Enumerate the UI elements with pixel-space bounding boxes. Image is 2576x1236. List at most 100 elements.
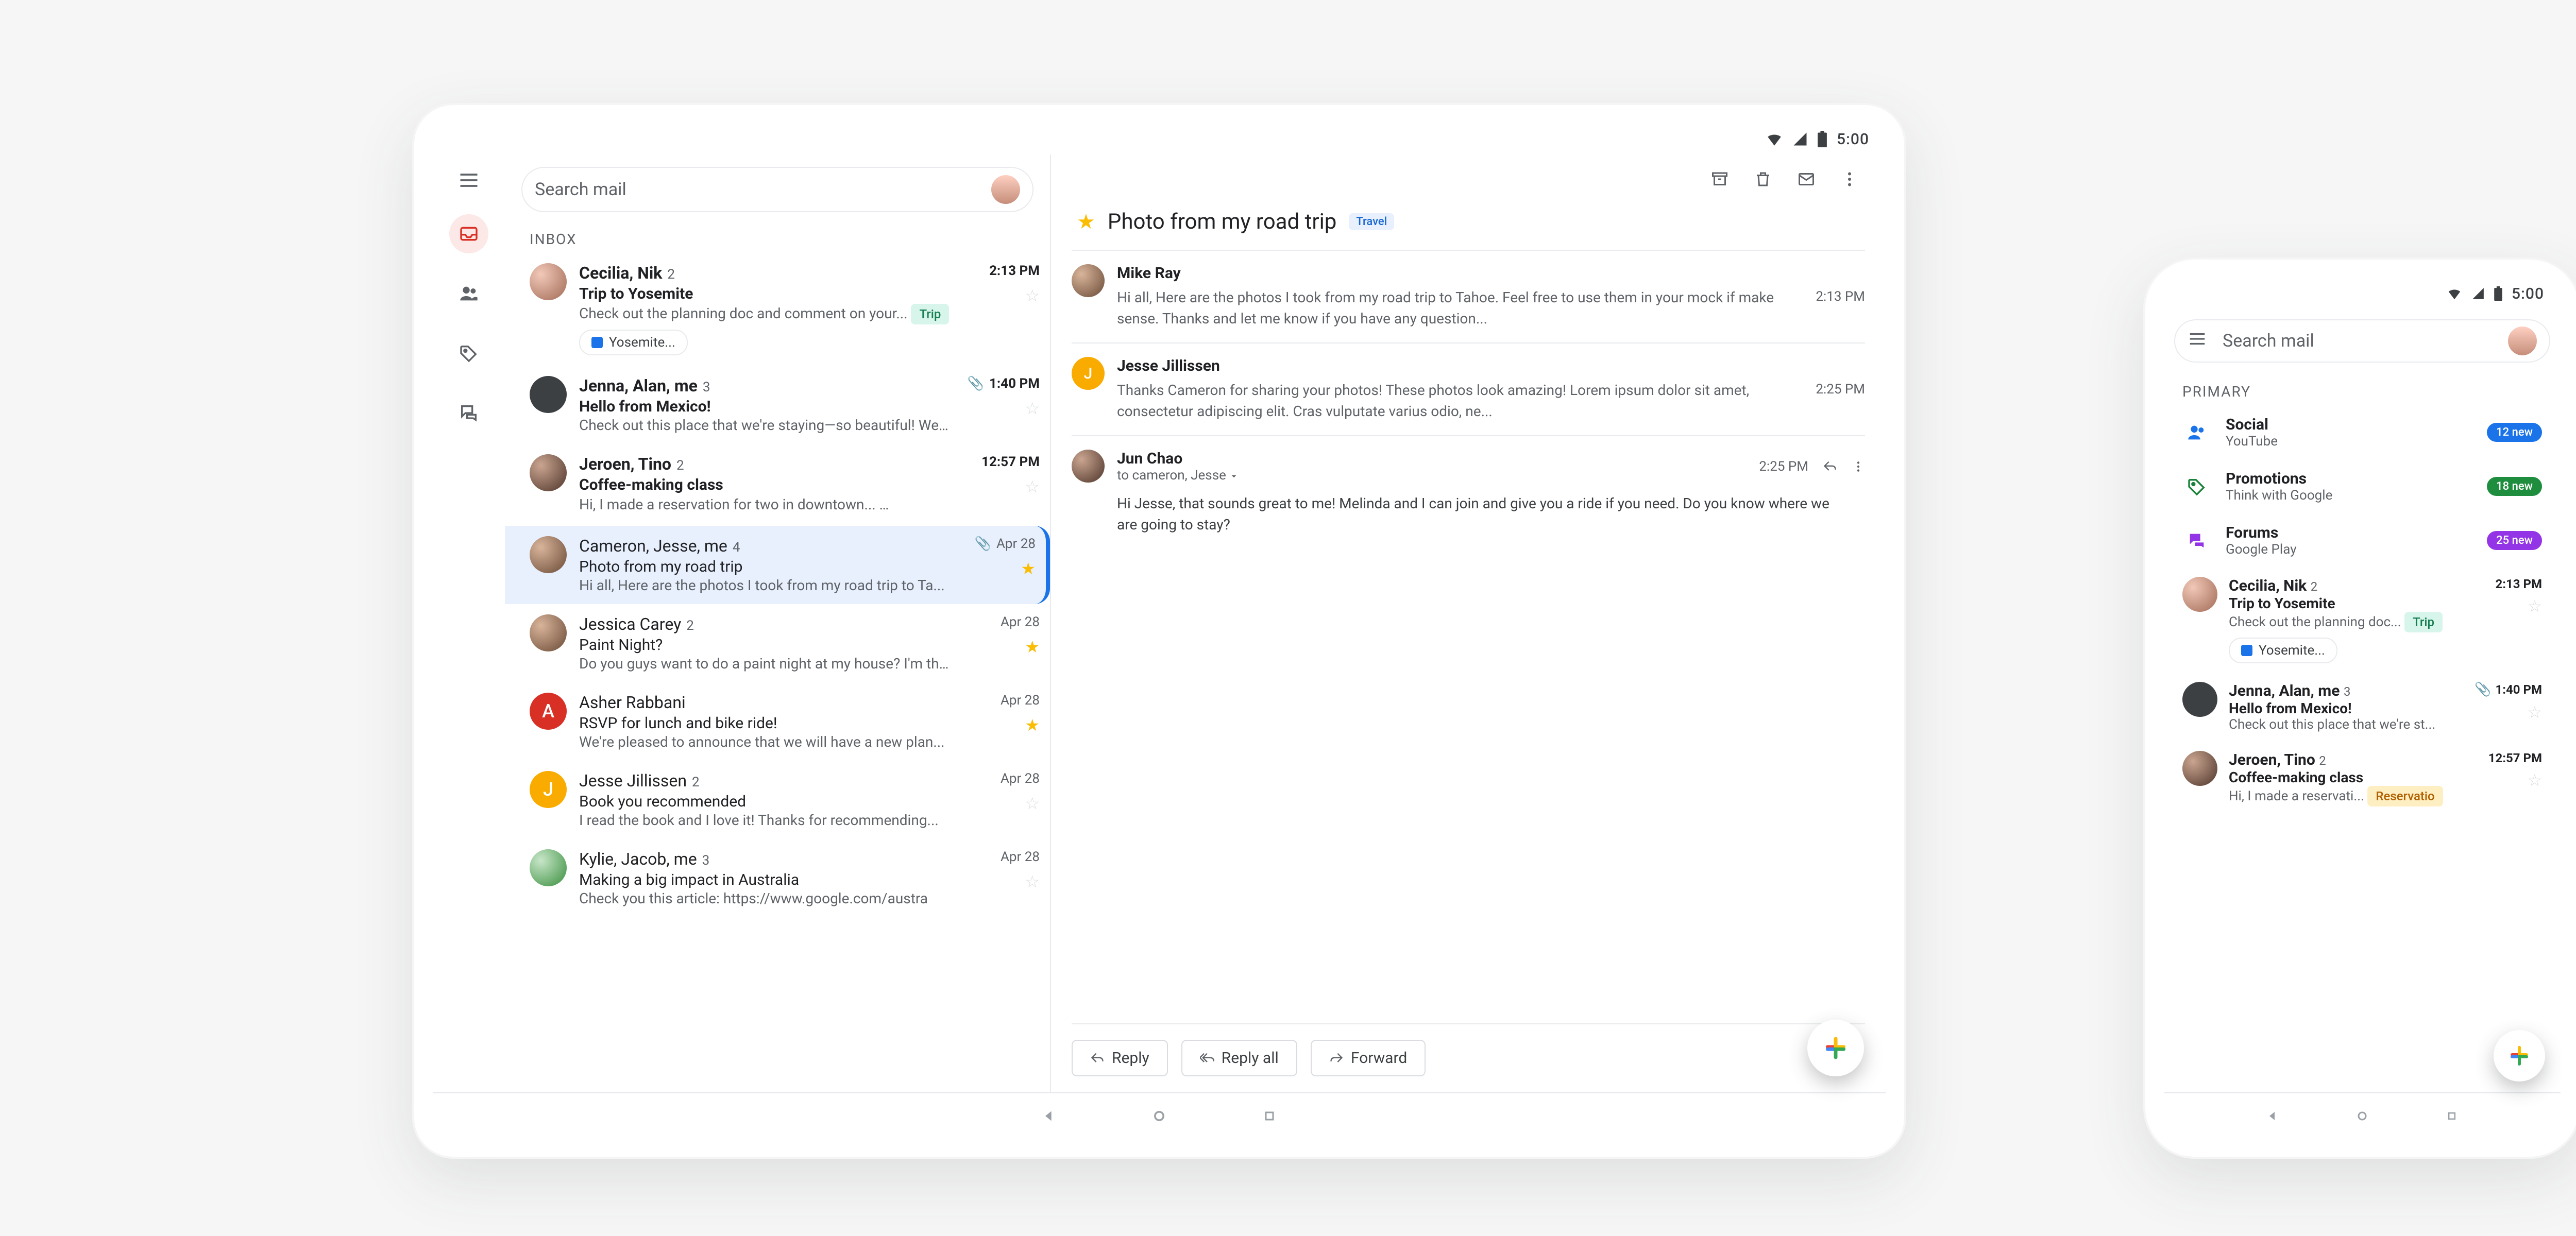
nav-rail (433, 154, 505, 1092)
phone-status-bar: 5:00 (2164, 278, 2561, 309)
email-row[interactable]: A Asher Rabbani RSVP for lunch and bike … (505, 682, 1050, 761)
email-row[interactable]: Cameron, Jesse, me 4 Photo from my road … (505, 526, 1050, 604)
account-avatar[interactable] (2508, 327, 2537, 355)
message[interactable]: Jun Chao to cameron, Jesse 2:25 PM Hi Je… (1072, 435, 1865, 548)
star-icon[interactable]: ☆ (1025, 794, 1040, 813)
email-subject: Paint Night? (579, 636, 950, 654)
mark-unread-button[interactable] (1796, 169, 1817, 190)
star-icon[interactable]: ★ (1025, 637, 1040, 657)
reply-all-button[interactable]: Reply all (1181, 1040, 1297, 1076)
message-from: Mike Ray (1117, 264, 1803, 282)
phone-search-bar[interactable]: Search mail (2174, 319, 2550, 363)
tablet-frame: 5:00 (412, 103, 1906, 1159)
email-row[interactable]: Cecilia, Nik 2 Trip to Yosemite Check ou… (505, 253, 1050, 366)
attachment-chip[interactable]: Yosemite... (579, 330, 688, 355)
email-from: Cameron, Jesse, me 4 (579, 536, 946, 556)
overflow-button[interactable] (1839, 169, 1860, 190)
nav-home[interactable] (2353, 1107, 2371, 1125)
message-time: 2:25 PM (1816, 382, 1865, 397)
star-icon[interactable]: ☆ (2527, 770, 2542, 790)
search-bar[interactable]: Search mail (521, 167, 1033, 212)
star-icon[interactable]: ☆ (1025, 286, 1040, 305)
email-from: Kylie, Jacob, me 3 (579, 849, 950, 869)
message-time: 2:13 PM (1816, 289, 1865, 304)
compose-fab[interactable] (1807, 1020, 1864, 1076)
email-row[interactable]: Jeroen, Tino 2 Coffee-making class Hi, I… (505, 444, 1050, 526)
star-icon[interactable]: ☆ (1025, 399, 1040, 418)
email-snippet: Hi all, Here are the photos I took from … (579, 577, 946, 594)
star-icon[interactable]: ★ (1025, 715, 1040, 735)
star-icon[interactable]: ☆ (1025, 872, 1040, 891)
email-list-pane: Search mail INBOX Cecilia, Nik 2 Trip to… (505, 154, 1051, 1092)
phone-menu-button[interactable] (2188, 329, 2207, 353)
star-icon[interactable]: ★ (1021, 559, 1036, 578)
sender-avatar: A (530, 693, 567, 730)
attachment-chip[interactable]: Yosemite... (2229, 638, 2337, 663)
email-row[interactable]: Cecilia, Nik 2 Trip to Yosemite Check ou… (2164, 568, 2561, 673)
star-icon[interactable]: ☆ (2527, 702, 2542, 722)
nav-recent[interactable] (2443, 1107, 2461, 1125)
email-row[interactable]: J Jesse Jillissen 2 Book you recommended… (505, 761, 1050, 839)
phone-section-label: PRIMARY (2164, 373, 2561, 405)
forward-button[interactable]: Forward (1311, 1040, 1426, 1076)
thread-label[interactable]: Travel (1349, 213, 1394, 230)
email-snippet: Check out the planning doc... Trip (2229, 612, 2459, 632)
nav-back[interactable] (1040, 1107, 1058, 1125)
sender-avatar (2182, 577, 2217, 612)
star-icon[interactable]: ☆ (1025, 477, 1040, 496)
status-bar: 5:00 (433, 124, 1886, 154)
email-snippet: Check out the planning doc and comment o… (579, 304, 950, 324)
email-row[interactable]: Jessica Carey 2 Paint Night? Do you guys… (505, 604, 1050, 682)
message-overflow-icon[interactable] (1852, 460, 1865, 473)
nav-recent[interactable] (1261, 1107, 1278, 1125)
email-time: 12:57 PM (2488, 751, 2542, 765)
forums-icon (2182, 526, 2211, 555)
email-snippet: Hi, I made a reservati... Reservatio (2229, 786, 2459, 806)
message[interactable]: Mike Ray Hi all, Here are the photos I t… (1072, 250, 1865, 342)
category-title: Promotions (2226, 470, 2332, 488)
category-row[interactable]: SocialYouTube 12 new (2164, 405, 2561, 459)
nav-inbox-icon[interactable] (449, 214, 488, 253)
phone-compose-fab[interactable] (2494, 1030, 2545, 1082)
status-time: 5:00 (1837, 130, 1869, 148)
message[interactable]: J Jesse Jillissen Thanks Cameron for sha… (1072, 342, 1865, 435)
nav-back[interactable] (2264, 1107, 2281, 1125)
nav-tag-icon[interactable] (449, 334, 488, 373)
nav-chat-icon[interactable] (449, 393, 488, 433)
thread-subject: Photo from my road trip (1108, 209, 1337, 234)
archive-button[interactable] (1709, 169, 1730, 190)
email-snippet: Check out this place that we're staying—… (579, 417, 950, 434)
reply-icon[interactable] (1823, 459, 1837, 474)
email-snippet: I read the book and I love it! Thanks fo… (579, 812, 950, 829)
account-avatar[interactable] (991, 175, 1020, 204)
star-icon[interactable]: ☆ (2527, 596, 2542, 616)
message-avatar (1072, 450, 1105, 483)
email-from: Jeroen, Tino 2 (579, 454, 950, 474)
sender-avatar (530, 454, 567, 491)
email-snippet: We're pleased to announce that we will h… (579, 733, 950, 750)
email-row[interactable]: Jeroen, Tino 2 Coffee-making class Hi, I… (2164, 742, 2561, 816)
message-body: Thanks Cameron for sharing your photos! … (1117, 380, 1803, 422)
email-from: Asher Rabbani (579, 693, 950, 712)
email-subject: Trip to Yosemite (2229, 595, 2459, 612)
email-row[interactable]: Jenna, Alan, me 3 Hello from Mexico! Che… (505, 366, 1050, 444)
reply-button[interactable]: Reply (1072, 1040, 1168, 1076)
delete-button[interactable] (1753, 169, 1773, 190)
message-avatar (1072, 264, 1105, 297)
nav-home[interactable] (1150, 1107, 1168, 1125)
thread-star-icon[interactable]: ★ (1077, 210, 1095, 234)
email-time: 12:57 PM (981, 454, 1040, 470)
nav-people-icon[interactable] (449, 274, 488, 313)
category-row[interactable]: ForumsGoogle Play 25 new (2164, 513, 2561, 568)
category-row[interactable]: PromotionsThink with Google 18 new (2164, 459, 2561, 513)
email-time: Apr 28 (1001, 693, 1040, 708)
chevron-down-icon[interactable] (1229, 472, 1239, 481)
email-row[interactable]: Kylie, Jacob, me 3 Making a big impact i… (505, 839, 1050, 917)
cell-icon (2471, 287, 2485, 300)
phone-frame: 5:00 Search mail PRIMARY SocialYouTube 1… (2143, 258, 2576, 1159)
email-row[interactable]: Jenna, Alan, me 3 Hello from Mexico! Che… (2164, 673, 2561, 742)
promo-icon (2182, 472, 2211, 501)
search-placeholder: Search mail (2223, 331, 2314, 351)
attachment-icon: 📎 (968, 376, 984, 391)
menu-button[interactable] (457, 169, 480, 194)
